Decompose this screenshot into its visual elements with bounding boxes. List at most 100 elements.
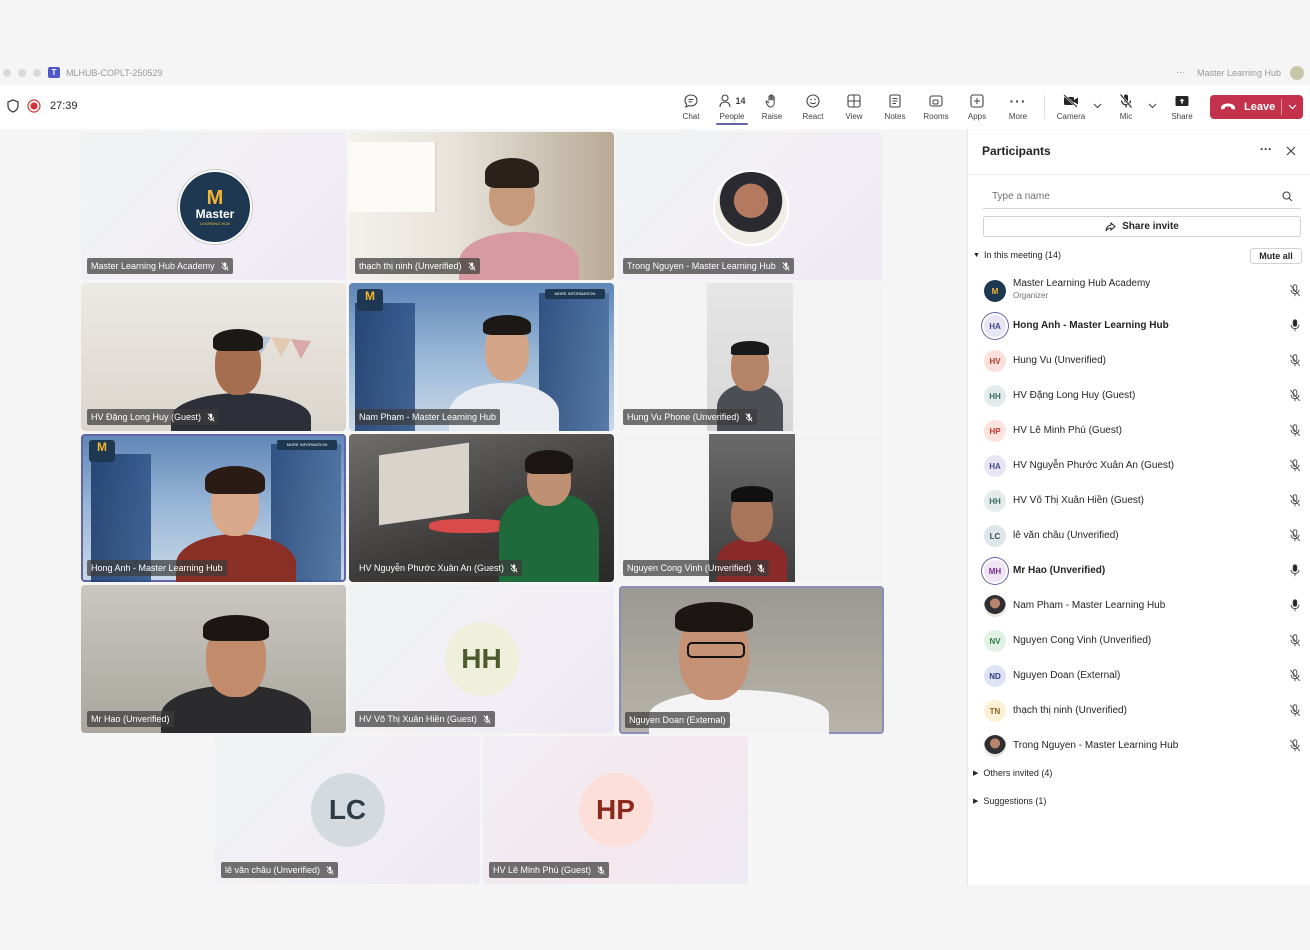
mic-on-icon[interactable] — [1289, 599, 1301, 612]
leave-options-chevron-icon[interactable] — [1288, 104, 1297, 110]
rooms-button[interactable]: Rooms — [916, 92, 956, 124]
participant-avatar: HV — [984, 350, 1006, 372]
mic-on-icon[interactable] — [1289, 319, 1301, 332]
mic-off-icon[interactable] — [1289, 424, 1301, 437]
in-meeting-section-toggle[interactable]: ▼ In this meeting (14) — [973, 250, 1061, 260]
people-button[interactable]: 14 People — [712, 92, 752, 125]
participant-row[interactable]: Nam Pham - Master Learning Hub — [968, 589, 1310, 624]
meeting-timer: 27:39 — [50, 100, 78, 112]
participant-avatar — [984, 735, 1006, 757]
participant-name: Nguyen Doan (External) — [1013, 670, 1121, 681]
participant-tile[interactable]: M MORE INFORMATION Nam Pham - Master Lea… — [349, 283, 614, 431]
participant-name: Hung Vu (Unverified) — [1013, 355, 1107, 366]
participant-row[interactable]: Trong Nguyen - Master Learning Hub — [968, 729, 1310, 764]
participant-tile[interactable]: LC lê văn châu (Unverified) — [215, 736, 480, 884]
participant-row[interactable]: M Master Learning Hub Academy Organizer — [968, 274, 1310, 309]
mic-off-icon — [468, 261, 476, 271]
participant-tile[interactable]: Mr Hao (Unverified) — [81, 585, 346, 733]
participant-row[interactable]: ND Nguyen Doan (External) — [968, 659, 1310, 694]
participant-name-label: HV Nguyễn Phước Xuân An (Guest) — [355, 560, 522, 576]
view-button[interactable]: View — [834, 92, 874, 124]
mic-off-icon[interactable] — [1289, 389, 1301, 402]
participant-avatar: NV — [984, 630, 1006, 652]
participant-tile[interactable]: Nguyen Cong Vinh (Unverified) — [617, 434, 882, 582]
mute-all-button[interactable]: Mute all — [1250, 248, 1302, 264]
recording-icon — [27, 99, 41, 113]
participant-row[interactable]: HH HV Võ Thị Xuân Hiền (Guest) — [968, 484, 1310, 519]
participant-tile[interactable]: HP HV Lê Minh Phú (Guest) — [483, 736, 748, 884]
share-button[interactable]: Share — [1162, 92, 1202, 124]
participant-row[interactable]: HA Hong Anh - Master Learning Hub — [968, 309, 1310, 344]
raise-hand-button[interactable]: Raise — [752, 92, 792, 124]
participant-tile[interactable]: HV Đặng Long Huy (Guest) — [81, 283, 346, 431]
share-invite-button[interactable]: Share invite — [983, 216, 1301, 237]
search-icon — [1282, 191, 1293, 202]
chevron-down-icon: ▼ — [973, 251, 980, 259]
participant-name: HV Đặng Long Huy (Guest) — [1013, 390, 1136, 401]
leave-button[interactable]: Leave — [1210, 95, 1303, 119]
react-button[interactable]: React — [793, 92, 833, 124]
mic-off-icon[interactable] — [1289, 669, 1301, 682]
video-hair — [213, 329, 263, 351]
mic-off-icon[interactable] — [1289, 354, 1301, 367]
notes-button[interactable]: Notes — [875, 92, 915, 124]
participant-row[interactable]: HA HV Nguyễn Phước Xuân An (Guest) — [968, 449, 1310, 484]
add-apps-icon — [970, 94, 984, 108]
camera-button[interactable]: Camera — [1051, 92, 1091, 124]
mic-off-icon[interactable] — [1289, 739, 1301, 752]
apps-button[interactable]: Apps — [957, 92, 997, 124]
mic-off-icon[interactable] — [1289, 284, 1301, 297]
video-hair — [205, 466, 265, 494]
mic-off-icon[interactable] — [1289, 634, 1301, 647]
brand-logo-badge: M — [89, 440, 115, 462]
mic-off-icon[interactable] — [1289, 494, 1301, 507]
participant-row[interactable]: NV Nguyen Cong Vinh (Unverified) — [968, 624, 1310, 659]
mic-off-icon[interactable] — [1289, 529, 1301, 542]
participant-tile[interactable]: HV Nguyễn Phước Xuân An (Guest) — [349, 434, 614, 582]
participant-tile[interactable]: thạch thị ninh (Unverified) — [349, 132, 614, 280]
search-input[interactable]: Type a name — [983, 186, 1301, 209]
mic-off-icon[interactable] — [1289, 704, 1301, 717]
participant-photo — [713, 170, 789, 246]
participant-name-label: Nam Pham - Master Learning Hub — [355, 409, 501, 425]
others-invited-toggle[interactable]: ▶ Others invited (4) — [973, 768, 1052, 778]
close-icon[interactable] — [1286, 146, 1296, 156]
mic-on-icon[interactable] — [1289, 564, 1301, 577]
participant-tile[interactable]: Trong Nguyen - Master Learning Hub — [617, 132, 882, 280]
mic-off-icon — [782, 261, 790, 271]
participant-name: HV Nguyễn Phước Xuân An (Guest) — [1013, 460, 1175, 471]
mic-off-icon[interactable] — [1289, 459, 1301, 472]
suggestions-toggle[interactable]: ▶ Suggestions (1) — [973, 796, 1046, 806]
participant-row[interactable]: HP HV Lê Minh Phú (Guest) — [968, 414, 1310, 449]
camera-options-chevron-icon[interactable] — [1093, 103, 1102, 109]
panel-more-icon[interactable]: ··· — [1260, 142, 1272, 156]
more-button[interactable]: ··· More — [998, 92, 1038, 124]
others-invited-heading: Others invited (4) — [983, 768, 1053, 778]
panel-title: Participants — [982, 144, 1051, 158]
participant-row[interactable]: LC lê văn châu (Unverified) — [968, 519, 1310, 554]
participant-avatar: HA — [984, 315, 1006, 337]
account-avatar[interactable] — [1290, 66, 1304, 80]
participant-row[interactable]: TN thạch thị ninh (Unverified) — [968, 694, 1310, 729]
participant-row[interactable]: HH HV Đặng Long Huy (Guest) — [968, 379, 1310, 414]
more-icon[interactable]: ··· — [1176, 67, 1185, 77]
monitor-background — [379, 442, 469, 526]
chat-button[interactable]: Chat — [671, 92, 711, 124]
more-label: More — [1008, 112, 1028, 121]
shield-icon[interactable] — [6, 99, 20, 113]
window-zoom-dot[interactable] — [33, 69, 41, 77]
participant-tile[interactable]: Nguyen Doan (External) — [619, 586, 884, 734]
chevron-right-icon: ▶ — [973, 770, 979, 777]
participant-tile[interactable]: M Master LEARNING HUB Master Learning Hu… — [81, 132, 346, 280]
participant-tile[interactable]: Hung Vu Phone (Unverified) — [617, 283, 882, 431]
participant-row[interactable]: HV Hung Vu (Unverified) — [968, 344, 1310, 379]
participant-tile-speaking[interactable]: M MORE INFORMATION Hong Anh - Master Lea… — [81, 434, 346, 582]
window-close-dot[interactable] — [3, 69, 11, 77]
in-meeting-heading: In this meeting (14) — [983, 250, 1061, 260]
mic-options-chevron-icon[interactable] — [1148, 103, 1157, 109]
window-minimize-dot[interactable] — [18, 69, 26, 77]
participant-row[interactable]: MH Mr Hao (Unverified) — [968, 554, 1310, 589]
mic-button[interactable]: Mic — [1106, 92, 1146, 124]
participant-tile[interactable]: HH HV Võ Thị Xuân Hiền (Guest) — [349, 585, 614, 733]
video-hair — [203, 615, 269, 641]
